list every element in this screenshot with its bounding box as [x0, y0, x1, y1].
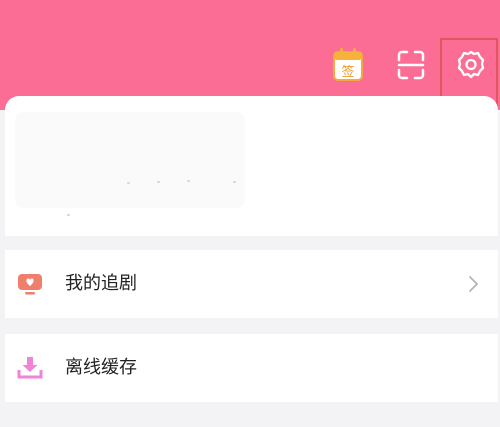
blur-dot: [157, 181, 160, 183]
download-icon: [17, 356, 43, 380]
menu-item-offline-cache[interactable]: 离线缓存: [5, 334, 498, 402]
menu-item-label: 离线缓存: [65, 357, 137, 378]
scan-icon[interactable]: [393, 46, 429, 84]
chevron-right-icon: [466, 274, 480, 294]
blur-dot: [67, 214, 70, 216]
profile-blurred-area: [15, 112, 245, 208]
checkin-char: 签: [341, 64, 354, 80]
menu-item-label: 我的追剧: [65, 273, 137, 294]
blur-dot: [127, 182, 130, 184]
checkin-calendar-icon[interactable]: 签: [330, 46, 366, 84]
menu-item-my-follows[interactable]: 我的追剧: [5, 250, 498, 318]
profile-card[interactable]: [5, 96, 498, 236]
blur-dot: [187, 180, 190, 182]
blur-dot: [233, 181, 236, 183]
tv-icon: [17, 272, 43, 296]
